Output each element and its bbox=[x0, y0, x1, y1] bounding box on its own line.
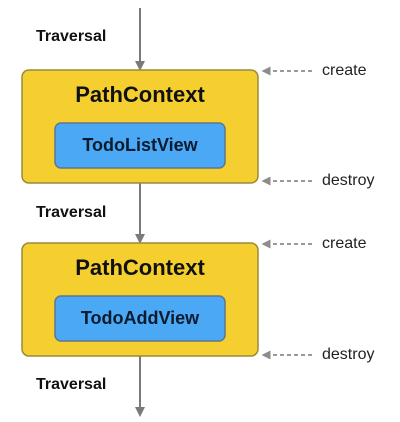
destroy-label-2: destroy bbox=[322, 346, 375, 363]
todo-add-view-label: TodoAddView bbox=[80, 308, 200, 328]
create-label-1: create bbox=[322, 62, 367, 79]
traversal-label-2: Traversal bbox=[36, 204, 107, 221]
destroy-label-1: destroy bbox=[322, 172, 375, 189]
traversal-label-3: Traversal bbox=[36, 376, 107, 393]
create-label-2: create bbox=[322, 235, 367, 252]
todo-list-view-label: TodoListView bbox=[82, 135, 198, 155]
path-context-title-2: PathContext bbox=[75, 255, 205, 280]
traversal-label-1: Traversal bbox=[36, 28, 107, 45]
path-context-title-1: PathContext bbox=[75, 82, 205, 107]
